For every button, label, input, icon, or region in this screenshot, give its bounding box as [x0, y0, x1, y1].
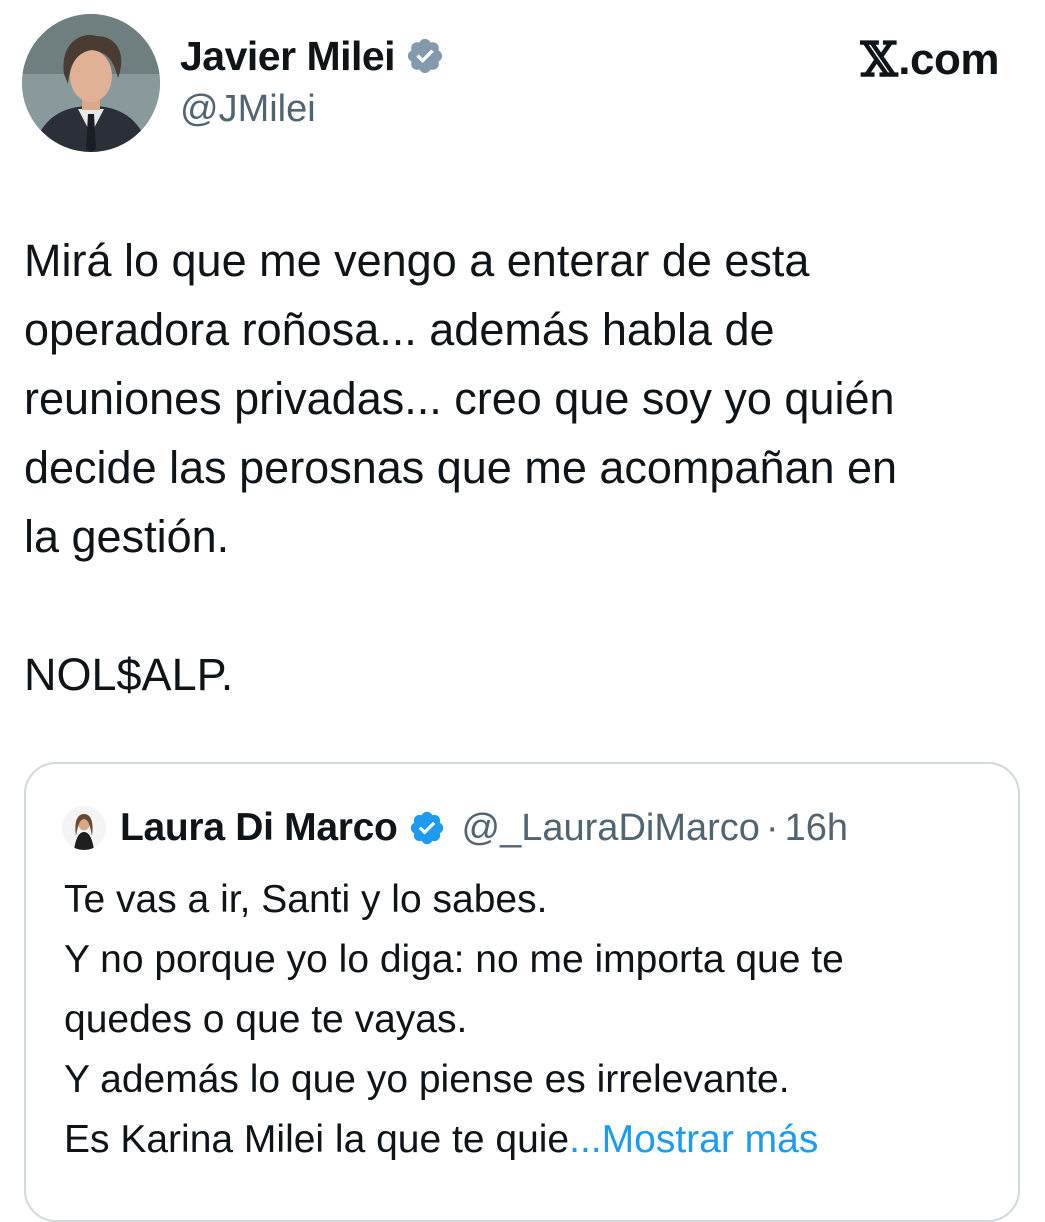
brand-watermark: 𝕏 .com: [860, 32, 1000, 88]
ellipsis: ...: [569, 1118, 602, 1161]
quoted-line: quedes o que te vayas.: [64, 998, 468, 1041]
quoted-line: Te vas a ir, Santi y lo sabes.: [64, 878, 548, 921]
quoted-line: Y además lo que yo piense es irrelevante…: [64, 1058, 790, 1101]
tweet-screenshot: Javier Milei @JMilei 𝕏 .com Mirá lo que …: [0, 0, 1045, 1222]
quoted-truncated-text: Es Karina Milei la que te quie: [64, 1118, 570, 1161]
tweet-line: Mirá lo que me vengo a enterar de esta: [24, 235, 810, 286]
verified-blue-badge-icon: [408, 809, 446, 847]
brand-label: .com: [898, 35, 999, 84]
quoted-tweet-header: Laura Di Marco @_LauraDiMarco · 16h: [62, 800, 848, 856]
tweet-line: decide las perosnas que me acompañan en: [24, 442, 898, 493]
author-info: Javier Milei @JMilei: [180, 28, 445, 131]
author-handle[interactable]: @JMilei: [180, 88, 445, 131]
verified-gray-badge-icon: [405, 36, 445, 76]
x-logo-icon: 𝕏: [860, 32, 898, 88]
author-avatar[interactable]: [22, 14, 160, 152]
quoted-timestamp[interactable]: 16h: [785, 807, 848, 850]
quoted-line: Y no porque yo lo diga: no me importa qu…: [64, 938, 844, 981]
tweet-text: Mirá lo que me vengo a enterar de esta o…: [24, 226, 1024, 709]
show-more-link[interactable]: Mostrar más: [602, 1118, 819, 1161]
tweet-line: la gestión.: [24, 511, 230, 562]
quoted-author-avatar[interactable]: [62, 806, 106, 850]
quoted-author-name[interactable]: Laura Di Marco: [120, 806, 398, 850]
tweet-signoff: NOL$ALP.: [24, 649, 234, 700]
quoted-separator: ·: [765, 806, 779, 849]
quoted-author-handle[interactable]: @_LauraDiMarco: [462, 807, 760, 850]
author-name[interactable]: Javier Milei: [180, 33, 396, 80]
quoted-tweet-card[interactable]: Laura Di Marco @_LauraDiMarco · 16h Te v…: [24, 762, 1020, 1222]
quoted-tweet-text: Te vas a ir, Santi y lo sabes. Y no porq…: [64, 870, 1004, 1170]
quoted-last-line: Es Karina Milei la que te quie...Mostrar…: [64, 1110, 1004, 1170]
author-avatar-image: [22, 14, 160, 152]
tweet-line: operadora roñosa... además habla de: [24, 304, 775, 355]
author-name-row: Javier Milei: [180, 28, 445, 84]
tweet-line: reuniones privadas... creo que soy yo qu…: [24, 373, 895, 424]
